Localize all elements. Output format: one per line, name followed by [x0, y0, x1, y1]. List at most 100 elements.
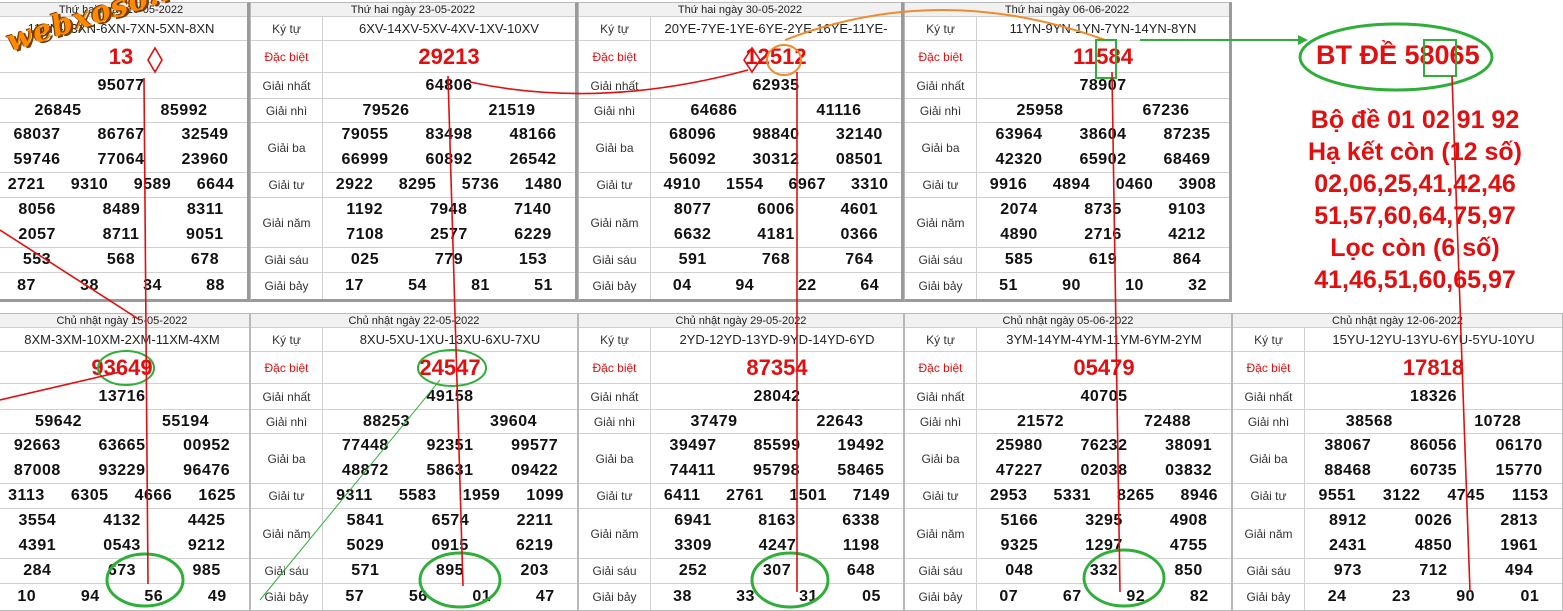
prize-number: 37479 — [690, 412, 738, 430]
prize-number: 8311 — [186, 201, 224, 219]
value-line: 8077 6006 4601 — [651, 198, 901, 223]
value-line: 88253 39604 — [323, 410, 577, 433]
value-line: 47227 02038 03832 — [977, 459, 1231, 484]
prize-number: 06170 — [1495, 437, 1543, 455]
prize-values: 284 673 985 — [0, 559, 249, 583]
prize-number: 13 — [108, 43, 134, 69]
prize-number: 712 — [1419, 562, 1448, 579]
value-line: 20YE-7YE-1YE-6YE-2YE-16YE-11YE- — [651, 17, 901, 40]
value-line: 04 94 22 64 — [651, 273, 901, 299]
value-line: 553 568 678 — [0, 248, 247, 272]
prize-label: Giải năm — [579, 198, 651, 247]
prize-values: 11584 — [977, 41, 1229, 72]
value-line: 2074 8735 9103 — [977, 198, 1229, 223]
prize-number: 0915 — [431, 536, 469, 554]
value-line: 2953 5331 8265 8946 — [977, 484, 1231, 508]
prize-number: 2721 — [7, 176, 46, 193]
value-line: 6941 8163 6338 — [651, 509, 903, 534]
value-line: 8XM-3XM-10XM-2XM-11XM-4XM — [0, 328, 249, 351]
prize-row-g7: Giải bảy 07 67 92 82 — [905, 584, 1231, 610]
prize-number: 8056 — [18, 201, 56, 219]
value-line: 05479 — [977, 352, 1231, 383]
prize-number: 33 — [736, 588, 755, 605]
prize-number: 56 — [408, 588, 428, 605]
prize-values: 9311 5583 1959 1099 — [323, 484, 577, 508]
prize-number: 29213 — [418, 43, 480, 69]
value-line: 6XV-14XV-5XV-4XV-1XV-10XV — [323, 17, 575, 40]
prize-label: Giải năm — [251, 198, 323, 247]
prize-label: Giải bảy — [579, 584, 651, 610]
prize-label: Giải bảy — [251, 273, 323, 299]
prize-number: 0460 — [1115, 176, 1154, 193]
prize-row-g5: Giải năm 1192 7948 7140 7108 2577 6229 — [251, 198, 575, 248]
prize-values: 24547 — [323, 352, 577, 383]
result-panel: Thứ hai ngày 06-06-2022 Ký tự 11YN-9YN-1YN… — [904, 2, 1232, 302]
note-line: Bộ đề 01 02 91 92 — [1310, 106, 1520, 134]
prize-values: 93649 — [0, 352, 249, 383]
prize-label: Giải năm — [1233, 509, 1305, 558]
value-line: 3YM-14YM-4YM-11YM-6YM-2YM — [977, 328, 1231, 351]
prize-label: Giải tư — [1233, 484, 1305, 508]
result-panel: Chủ nhật ngày 15-05-2022Ký tự8XM-3XM-10X… — [0, 313, 250, 611]
prize-number: 768 — [761, 251, 791, 268]
prize-row-code: Ký tự 6XV-14XV-5XV-4XV-1XV-10XV — [251, 17, 575, 41]
prize-number: 4601 — [840, 201, 879, 219]
prize-number: 284 — [23, 562, 52, 579]
prize-row-g1: Giải nhất 78907 — [905, 73, 1229, 99]
value-line: 66999 60892 26542 — [323, 148, 575, 173]
value-line: 7108 2577 6229 — [323, 223, 575, 248]
prize-row-g3: Giải ba 77448 92351 99577 48872 58631 09422 — [251, 434, 577, 484]
prize-number: 2953 — [989, 487, 1028, 504]
prize-number: 11YN-9YN-1YN-7YN-14YN-8YN — [1009, 21, 1197, 36]
prize-number: 0543 — [103, 536, 141, 554]
prize-row-g4: Giải tư 2922 8295 5736 1480 — [251, 173, 575, 198]
prize-number: 9551 — [1318, 487, 1357, 504]
prize-values: 8077 6006 4601 6632 4181 0366 — [651, 198, 901, 247]
prize-number: 332 — [1089, 562, 1119, 579]
prize-number: 5331 — [1053, 487, 1092, 504]
prize-number: 54 — [408, 277, 427, 294]
value-line: 77448 92351 99577 — [323, 434, 577, 459]
prize-number: 22 — [797, 277, 817, 294]
prize-values: 8XM-3XM-10XM-2XM-11XM-4XM — [0, 328, 249, 351]
prize-values: 252 307 648 — [651, 559, 903, 583]
prize-values: 4910 1554 6967 3310 — [651, 173, 901, 197]
prize-number: 90 — [1456, 588, 1476, 605]
prize-values: 2922 8295 5736 1480 — [323, 173, 575, 197]
prize-number: 203 — [520, 562, 549, 579]
value-line: 68037 86767 32549 — [0, 123, 247, 148]
prize-row-g7: Giải bảy 04 94 22 64 — [579, 273, 901, 299]
prize-number: 6411 — [663, 487, 701, 504]
prize-number: 01 — [472, 588, 492, 605]
prize-number: 32549 — [181, 126, 229, 144]
prize-number: 5841 — [346, 512, 385, 530]
prize-number: 88 — [206, 277, 225, 294]
prize-values: 77448 92351 99577 48872 58631 09422 — [323, 434, 577, 483]
result-panel: Thứ hai ngày 30-05-2022 Ký tự 20YE-7YE-1YE… — [578, 2, 904, 302]
prize-number: 3113 — [8, 487, 45, 504]
prize-number: 15YU-12YU-13YU-6YU-5YU-10YU — [1332, 332, 1535, 347]
prize-row-g5: Giải năm 8912 0026 2813 2431 4850 1961 — [1233, 509, 1562, 559]
prize-row-g1: Giải nhất 62935 — [579, 73, 901, 99]
value-line: 12512 — [651, 41, 901, 72]
prize-number: 4247 — [758, 536, 797, 554]
prize-row-g1: Giải nhất 64806 — [251, 73, 575, 99]
prize-number: 92663 — [13, 437, 61, 455]
prize-label: Đặc biệt — [579, 41, 651, 72]
prize-label: Giải sáu — [579, 559, 651, 583]
prize-values: 17818 — [1305, 352, 1562, 383]
prize-row-g2: Giải nhì 37479 22643 — [579, 410, 903, 434]
prize-row-g3: Giải ba926636366500952870089322996476 — [0, 434, 249, 484]
prize-number: 64 — [860, 277, 880, 294]
value-line: 48872 58631 09422 — [323, 459, 577, 484]
prize-number: 4745 — [1447, 487, 1485, 504]
prize-row-code: Ký tự 11YN-9YN-1YN-7YN-14YN-8YN — [905, 17, 1229, 41]
prize-values: 10 94 56 49 — [0, 584, 249, 610]
value-line: 10 94 56 49 — [0, 584, 249, 610]
panel-date: Thứ hai ngày 30-05-2022 — [579, 3, 901, 17]
value-line: 4890 2716 4212 — [977, 223, 1229, 248]
prize-row-db: Đặc biệt93649 — [0, 352, 249, 384]
prize-number: 10 — [1125, 277, 1144, 294]
prize-number: 7108 — [346, 225, 384, 243]
value-line: 79055 83498 48166 — [323, 123, 575, 148]
